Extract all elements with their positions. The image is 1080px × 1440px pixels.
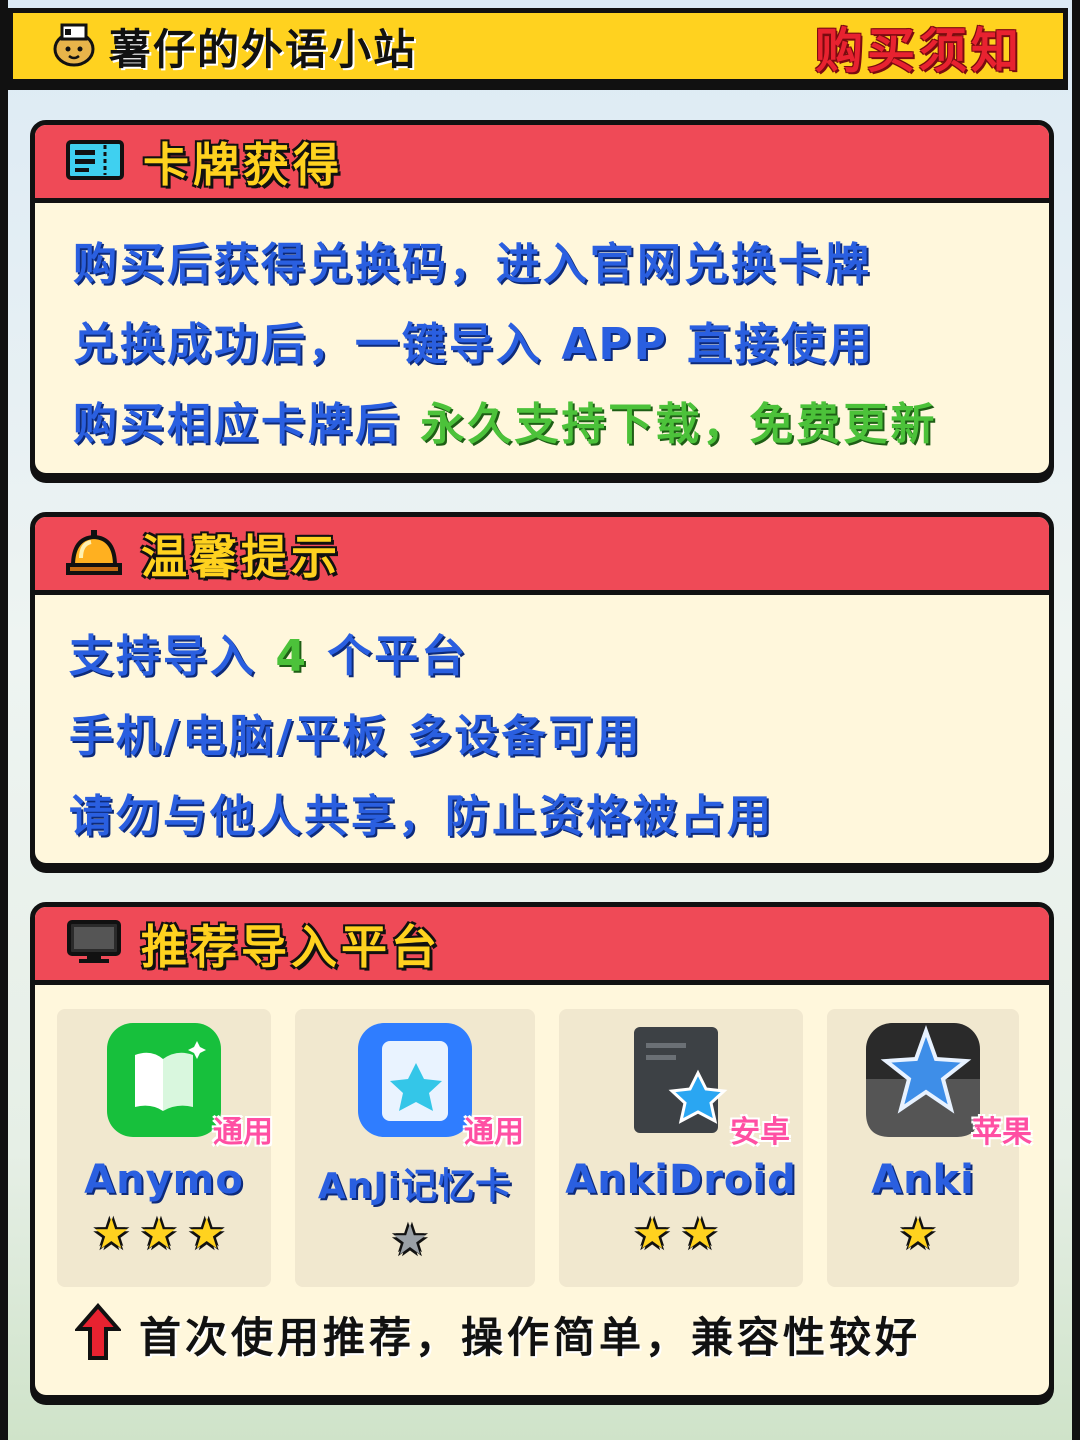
body-line: 兑换成功后，一键导入 APP 直接使用 — [73, 319, 876, 370]
card-title: 推荐导入平台 — [141, 919, 441, 974]
card-title: 卡牌获得 — [143, 137, 343, 192]
body-line: 手机/电脑/平板 多设备可用 — [69, 711, 643, 762]
app-badge: 安卓 — [730, 1115, 790, 1150]
header-bar: 薯仔的外语小站 购买须知 — [8, 8, 1068, 84]
bell-icon — [65, 528, 123, 580]
app-card-ankidroid[interactable]: 安卓 AnkiDroid ★★ — [559, 1009, 803, 1287]
app-badge: 苹果 — [972, 1115, 1032, 1150]
star-rating-icon: ★★★ — [92, 1209, 236, 1258]
card-tips-section: 温馨提示 支持导入 4 个平台 手机/电脑/平板 多设备可用 请勿与他人共享，防… — [30, 512, 1054, 868]
line-text: 购买相应卡牌后 — [73, 399, 421, 450]
body-line: 购买后获得兑换码，进入官网兑换卡牌 — [73, 239, 872, 290]
app-name: Anymo — [84, 1157, 244, 1203]
card-body: 支持导入 4 个平台 手机/电脑/平板 多设备可用 请勿与他人共享，防止资格被占… — [35, 595, 1049, 857]
app-card-anki[interactable]: 苹果 Anki ★ — [827, 1009, 1032, 1287]
star-rating-icon: ★ — [899, 1209, 947, 1258]
anji-icon: 通用 — [356, 1021, 524, 1150]
card-header: 温馨提示 — [35, 517, 1049, 595]
tip-text: 首次使用推荐，操作简单，兼容性较好 — [139, 1312, 922, 1362]
card-platforms-section: 推荐导入平台 通用 Anymo ★★★ 通用 AnJi记忆卡 ★ 安卓 Anki… — [30, 902, 1054, 1400]
body-line: 支持导入 4 个平台 — [69, 617, 1049, 697]
card-header: 卡牌获得 — [35, 125, 1049, 203]
app-card-anymo[interactable]: 通用 Anymo ★★★ — [57, 1009, 273, 1287]
app-name: Anki — [871, 1157, 975, 1203]
ankidroid-icon: 安卓 — [622, 1021, 790, 1150]
app-badge: 通用 — [213, 1115, 273, 1150]
app-badge: 通用 — [464, 1115, 524, 1150]
brand-title: 薯仔的外语小站 — [109, 24, 418, 74]
body-line: 购买相应卡牌后 永久支持下载，免费更新 — [73, 385, 1049, 465]
anymo-icon: 通用 — [105, 1021, 273, 1150]
notice-title: 购买须知 — [814, 23, 1023, 79]
app-list: 通用 Anymo ★★★ 通用 AnJi记忆卡 ★ 安卓 AnkiDroid ★… — [35, 985, 1049, 1287]
platform-count: 4 — [275, 631, 309, 682]
ticket-icon — [65, 139, 125, 185]
brand: 薯仔的外语小站 — [49, 16, 417, 77]
monitor-icon — [65, 919, 123, 969]
card-title: 温馨提示 — [141, 529, 341, 584]
arrow-up-icon — [73, 1302, 123, 1365]
app-name: AnkiDroid — [565, 1157, 797, 1203]
line-text: 个平台 — [308, 631, 469, 682]
anki-icon: 苹果 — [864, 1021, 1032, 1150]
card-header: 推荐导入平台 — [35, 907, 1049, 985]
highlight-text: 永久支持下载，免费更新 — [420, 399, 938, 450]
line-text: 支持导入 — [69, 631, 276, 682]
card-body: 购买后获得兑换码，进入官网兑换卡牌 兑换成功后，一键导入 APP 直接使用 购买… — [35, 203, 1049, 465]
potato-mascot-icon — [49, 19, 99, 73]
card-obtain-section: 卡牌获得 购买后获得兑换码，进入官网兑换卡牌 兑换成功后，一键导入 APP 直接… — [30, 120, 1054, 478]
app-name: AnJi记忆卡 — [317, 1166, 513, 1207]
star-rating-icon: ★★ — [633, 1209, 729, 1258]
star-rating-icon: ★ — [391, 1215, 439, 1264]
recommend-tip: 首次使用推荐，操作简单，兼容性较好 — [35, 1287, 1049, 1365]
app-card-anji[interactable]: 通用 AnJi记忆卡 ★ — [295, 1009, 535, 1287]
body-line: 请勿与他人共享，防止资格被占用 — [69, 791, 774, 842]
